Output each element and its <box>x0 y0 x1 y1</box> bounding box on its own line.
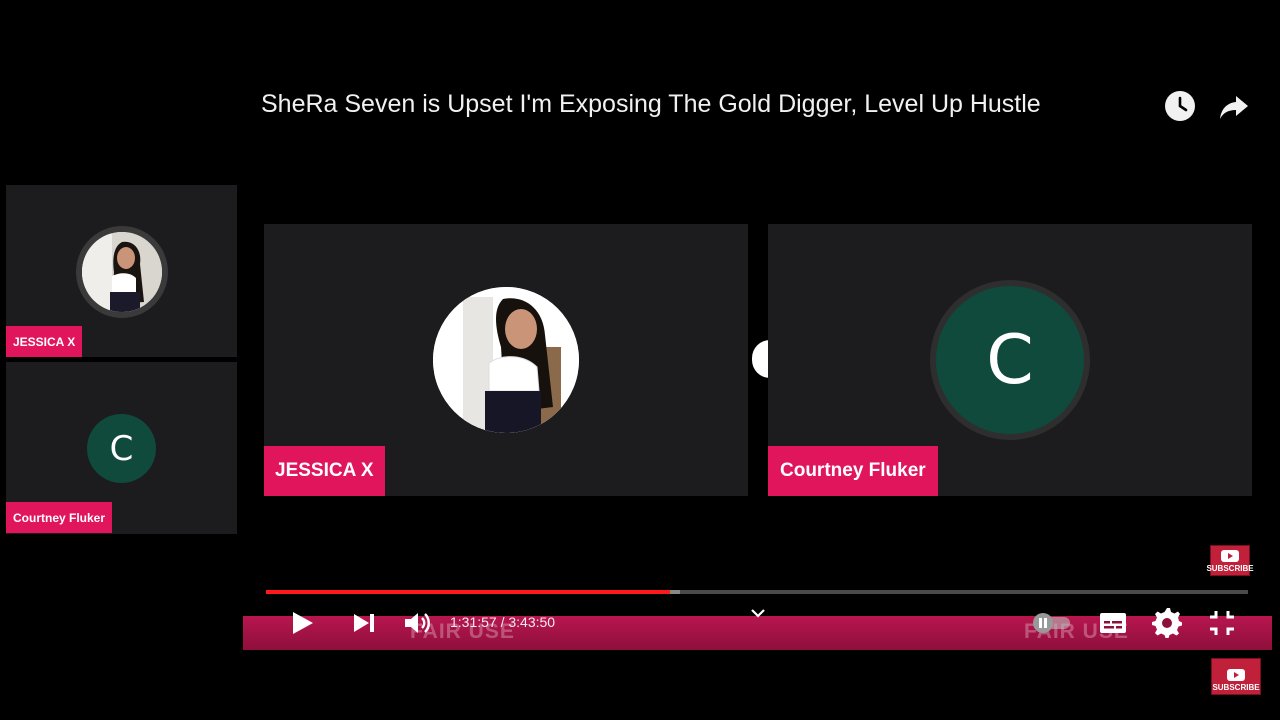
progress-fill <box>266 590 670 594</box>
skip-next-icon[interactable] <box>349 608 379 638</box>
autoplay-toggle-icon[interactable] <box>1030 612 1074 634</box>
video-title: SheRa Seven is Upset I'm Exposing The Go… <box>261 90 1041 118</box>
subscribe-label: SUBSCRIBE <box>1206 564 1254 573</box>
main-participant-tile[interactable]: JESSICA X <box>264 224 748 496</box>
participant-avatar-initial: C <box>930 280 1090 440</box>
youtube-play-icon <box>1221 550 1239 562</box>
captions-icon[interactable] <box>1098 608 1128 638</box>
gear-icon[interactable] <box>1152 608 1182 638</box>
participant-name-tag: Courtney Fluker <box>6 502 113 533</box>
participant-name-tag: JESSICA X <box>6 326 83 357</box>
share-arrow-icon[interactable] <box>1218 90 1250 122</box>
volume-icon[interactable] <box>402 608 432 638</box>
main-participant-tile[interactable]: C Courtney Fluker <box>768 224 1252 496</box>
participant-avatar-photo <box>433 287 579 433</box>
participant-avatar-initial: C <box>87 414 156 483</box>
progress-buffer <box>670 590 680 594</box>
subscribe-badge[interactable]: SUBSCRIBE <box>1206 545 1254 576</box>
subscribe-label: SUBSCRIBE <box>1212 683 1260 692</box>
subscribe-badge[interactable]: SUBSCRIBE <box>1211 658 1261 695</box>
sidebar-participant-tile[interactable]: C Courtney Fluker <box>6 362 237 534</box>
chevron-down-icon[interactable] <box>748 603 768 623</box>
play-icon[interactable] <box>287 608 317 638</box>
participant-name-tag: JESSICA X <box>264 446 385 496</box>
participant-avatar-photo <box>76 226 168 318</box>
participant-name-tag: Courtney Fluker <box>768 446 938 496</box>
youtube-play-icon <box>1227 669 1245 681</box>
exit-fullscreen-icon[interactable] <box>1207 608 1237 638</box>
clock-icon[interactable] <box>1164 90 1196 122</box>
time-display: 1:31:57 / 3:43:50 <box>450 614 556 630</box>
progress-bar[interactable] <box>266 590 1248 594</box>
sidebar-participant-tile[interactable]: JESSICA X <box>6 185 237 357</box>
